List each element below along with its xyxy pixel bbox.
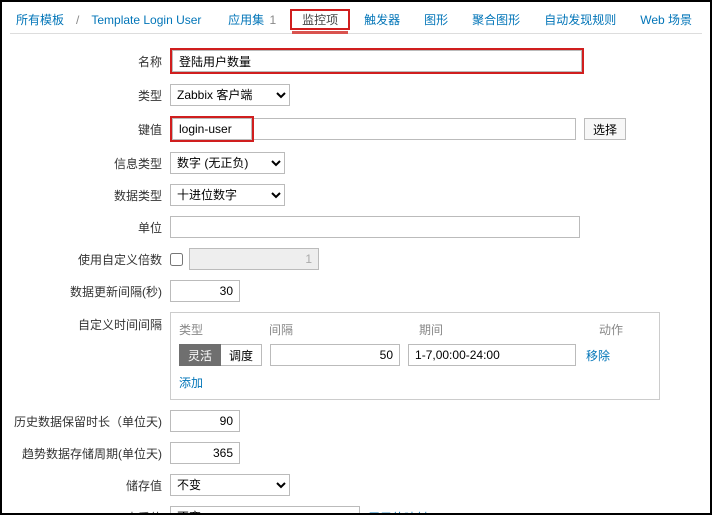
schedule-box: 类型 间隔 期间 动作 灵活 调度 移除 [170, 312, 660, 400]
show-value-mappings-link[interactable]: 展示值映射 [368, 509, 428, 515]
store-value-select[interactable]: 不变 [170, 474, 290, 496]
tab-items[interactable]: 监控项 [292, 9, 348, 34]
breadcrumb-template[interactable]: Template Login User [85, 9, 207, 31]
sched-type-segment: 灵活 调度 [179, 344, 262, 366]
label-data-type: 数据类型 [10, 187, 170, 204]
sched-interval-input[interactable] [270, 344, 400, 366]
label-units: 单位 [10, 219, 170, 236]
sched-head-interval: 间隔 [269, 321, 419, 338]
units-input[interactable] [170, 216, 580, 238]
label-type: 类型 [10, 87, 170, 104]
show-value-select[interactable]: 不变 [170, 506, 360, 515]
type-select[interactable]: Zabbix 客户端 [170, 84, 290, 106]
label-key: 键值 [10, 121, 170, 138]
label-custom-multiplier: 使用自定义倍数 [10, 251, 170, 268]
trends-input[interactable] [170, 442, 240, 464]
sched-head-type: 类型 [179, 321, 269, 338]
select-key-button[interactable]: 选择 [584, 118, 626, 140]
sched-type-flexible[interactable]: 灵活 [179, 344, 221, 366]
custom-multiplier-checkbox[interactable] [170, 253, 183, 266]
key-input[interactable] [172, 118, 252, 140]
tab-triggers[interactable]: 触发器 [354, 7, 410, 32]
sched-period-input[interactable] [408, 344, 576, 366]
breadcrumb-separator: / [74, 13, 81, 27]
label-store-value: 储存值 [10, 477, 170, 494]
tab-graphs[interactable]: 图形 [414, 7, 458, 32]
sched-head-period: 期间 [419, 321, 599, 338]
label-trends: 趋势数据存储周期(单位天) [10, 445, 170, 462]
sched-head-action: 动作 [599, 321, 649, 338]
label-name: 名称 [10, 53, 170, 70]
label-info-type: 信息类型 [10, 155, 170, 172]
data-type-select[interactable]: 十进位数字 [170, 184, 285, 206]
history-input[interactable] [170, 410, 240, 432]
tab-discovery[interactable]: 自动发现规则 [534, 7, 626, 32]
name-input[interactable] [172, 50, 582, 72]
sched-type-scheduling[interactable]: 调度 [221, 344, 262, 366]
label-history: 历史数据保留时长（单位天) [10, 413, 170, 430]
label-update-interval: 数据更新间隔(秒) [10, 283, 170, 300]
sched-add-link[interactable]: 添加 [179, 376, 203, 390]
sched-remove-link[interactable]: 移除 [586, 347, 610, 364]
tab-web[interactable]: Web 场景 [630, 7, 702, 32]
info-type-select[interactable]: 数字 (无正负) [170, 152, 285, 174]
breadcrumb-all-templates[interactable]: 所有模板 [10, 7, 70, 32]
label-flex-intervals: 自定义时间间隔 [10, 312, 170, 333]
key-input-ext[interactable] [254, 118, 576, 140]
tab-aggregate-graphs[interactable]: 聚合图形 [462, 7, 530, 32]
tab-applications[interactable]: 应用集 1 [218, 7, 286, 32]
label-show-value: 查看值 [10, 509, 170, 515]
update-interval-input[interactable] [170, 280, 240, 302]
custom-multiplier-input [189, 248, 319, 270]
tab-bar: 所有模板 / Template Login User 应用集 1 监控项 触发器… [10, 6, 702, 34]
